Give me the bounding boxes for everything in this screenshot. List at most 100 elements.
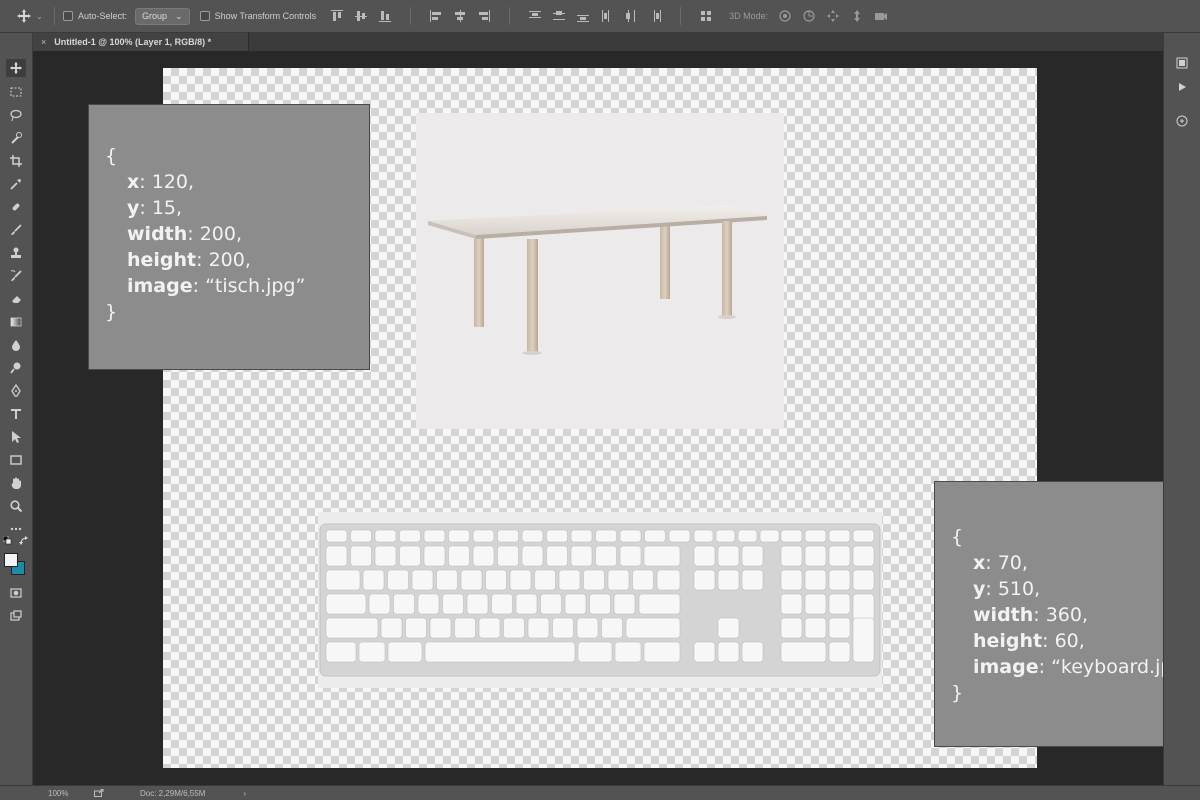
- json-key: width: [127, 223, 188, 245]
- json-key: image: [973, 656, 1039, 678]
- eraser-tool-icon[interactable]: [6, 290, 26, 308]
- keyboard-key: [717, 545, 740, 567]
- move-tool-icon[interactable]: [6, 59, 26, 77]
- align-vertical-center-icon[interactable]: [354, 9, 368, 23]
- properties-panel-icon[interactable]: [1172, 113, 1192, 129]
- keyboard-key: [534, 569, 556, 591]
- keyboard-key: [521, 545, 544, 567]
- keyboard-key: [644, 529, 666, 543]
- keyboard-key: [478, 617, 501, 639]
- foreground-color-swatch[interactable]: [4, 553, 18, 567]
- distribute-top-icon[interactable]: [528, 9, 542, 23]
- tab-untitled-1[interactable]: × Untitled-1 @ 100% (Layer 1, RGB/8) *: [33, 33, 249, 51]
- status-menu-arrow-icon[interactable]: ›: [243, 789, 246, 798]
- distribute-horizontal-center-icon[interactable]: [624, 9, 638, 23]
- keyboard-key: [717, 617, 740, 639]
- auto-select-option[interactable]: Auto-Select:: [63, 11, 127, 21]
- layer-info-card-table: { x: 120, y: 15, width: 200, height: 200…: [88, 104, 370, 370]
- 3d-scale-camera-icon[interactable]: [874, 9, 888, 23]
- keyboard-key: [619, 529, 642, 543]
- eyedropper-tool-icon[interactable]: [6, 175, 26, 193]
- keyboard-key: [583, 569, 605, 591]
- healing-brush-tool-icon[interactable]: [6, 198, 26, 216]
- keyboard-key: [362, 569, 385, 591]
- pen-tool-icon[interactable]: [6, 382, 26, 400]
- keyboard-key: [828, 593, 851, 615]
- screen-mode-icon[interactable]: [6, 607, 26, 625]
- json-value: : 15,: [139, 197, 183, 219]
- align-bottom-icon[interactable]: [378, 9, 392, 23]
- keyboard-image[interactable]: [318, 512, 882, 688]
- type-tool-icon[interactable]: [6, 405, 26, 423]
- marquee-tool-icon[interactable]: [6, 83, 26, 101]
- transform-controls-checkbox[interactable]: [199, 11, 210, 21]
- blur-tool-icon[interactable]: [6, 336, 26, 354]
- keyboard-key: [780, 569, 803, 591]
- json-line-y: y: 15,: [105, 195, 369, 221]
- keyboard-key: [595, 529, 617, 543]
- 3d-slide-icon[interactable]: [850, 9, 864, 23]
- divider: [680, 7, 682, 25]
- json-value: : 200,: [196, 249, 251, 271]
- close-tab-icon[interactable]: ×: [41, 37, 46, 47]
- brush-tool-icon[interactable]: [6, 221, 26, 239]
- gradient-tool-icon[interactable]: [6, 313, 26, 331]
- zoom-tool-icon[interactable]: [6, 497, 26, 515]
- keyboard-key: [466, 593, 489, 615]
- 3d-orbit-icon[interactable]: [778, 9, 792, 23]
- 3d-pan-icon[interactable]: [826, 9, 840, 23]
- keyboard-key: [325, 593, 367, 615]
- zoom-level[interactable]: 100%: [48, 789, 84, 798]
- clone-stamp-tool-icon[interactable]: [6, 244, 26, 262]
- quick-selection-tool-icon[interactable]: [6, 129, 26, 147]
- lasso-tool-icon[interactable]: [6, 106, 26, 124]
- rectangle-tool-icon[interactable]: [6, 451, 26, 469]
- distribute-right-icon[interactable]: [648, 9, 662, 23]
- export-icon[interactable]: [92, 789, 106, 798]
- align-top-icon[interactable]: [330, 9, 344, 23]
- path-selection-tool-icon[interactable]: [6, 428, 26, 446]
- keyboard-key: [693, 529, 714, 543]
- crop-tool-icon[interactable]: [6, 152, 26, 170]
- distribute-vertical-center-icon[interactable]: [552, 9, 566, 23]
- move-tool-icon[interactable]: [14, 6, 34, 26]
- chevron-down-icon: ⌄: [175, 10, 183, 21]
- play-actions-icon[interactable]: [1172, 79, 1192, 95]
- keyboard-key: [417, 593, 440, 615]
- transform-controls-label: Show Transform Controls: [214, 11, 317, 21]
- distribute-left-icon[interactable]: [600, 9, 614, 23]
- panel-icon[interactable]: [1172, 55, 1192, 71]
- table-image[interactable]: [416, 113, 784, 429]
- keyboard-key: [558, 569, 581, 591]
- keyboard-key: [540, 593, 562, 615]
- 3d-roll-icon[interactable]: [802, 9, 816, 23]
- divider: [509, 7, 511, 25]
- keyboard-key: [804, 593, 827, 615]
- keyboard-key: [424, 641, 576, 663]
- json-value: : 200,: [187, 223, 243, 245]
- keyboard-key: [546, 529, 568, 543]
- json-value: : 510,: [985, 578, 1041, 600]
- align-horizontal-center-icon[interactable]: [453, 9, 467, 23]
- keyboard-key: [368, 593, 391, 615]
- align-left-icon[interactable]: [429, 9, 443, 23]
- tool-preset-chevron-icon[interactable]: ⌄: [36, 12, 46, 21]
- swap-colors-icon[interactable]: [18, 536, 30, 546]
- history-brush-tool-icon[interactable]: [6, 267, 26, 285]
- default-colors-icon[interactable]: [2, 536, 14, 546]
- json-value: : 60,: [1042, 630, 1085, 652]
- align-right-icon[interactable]: [477, 9, 491, 23]
- distribute-bottom-icon[interactable]: [576, 9, 590, 23]
- auto-align-layers-icon[interactable]: [699, 9, 713, 23]
- auto-select-dropdown[interactable]: Group ⌄: [135, 7, 190, 25]
- keyboard-key: [780, 641, 827, 663]
- hand-tool-icon[interactable]: [6, 474, 26, 492]
- quick-mask-icon[interactable]: [6, 584, 26, 602]
- json-key: y: [973, 578, 986, 600]
- transform-controls-option[interactable]: Show Transform Controls: [199, 11, 317, 21]
- keyboard-illustration: [319, 523, 881, 677]
- auto-select-checkbox[interactable]: [63, 11, 73, 21]
- keyboard-key: [668, 529, 691, 543]
- 3d-tools: [778, 9, 888, 23]
- dodge-tool-icon[interactable]: [6, 359, 26, 377]
